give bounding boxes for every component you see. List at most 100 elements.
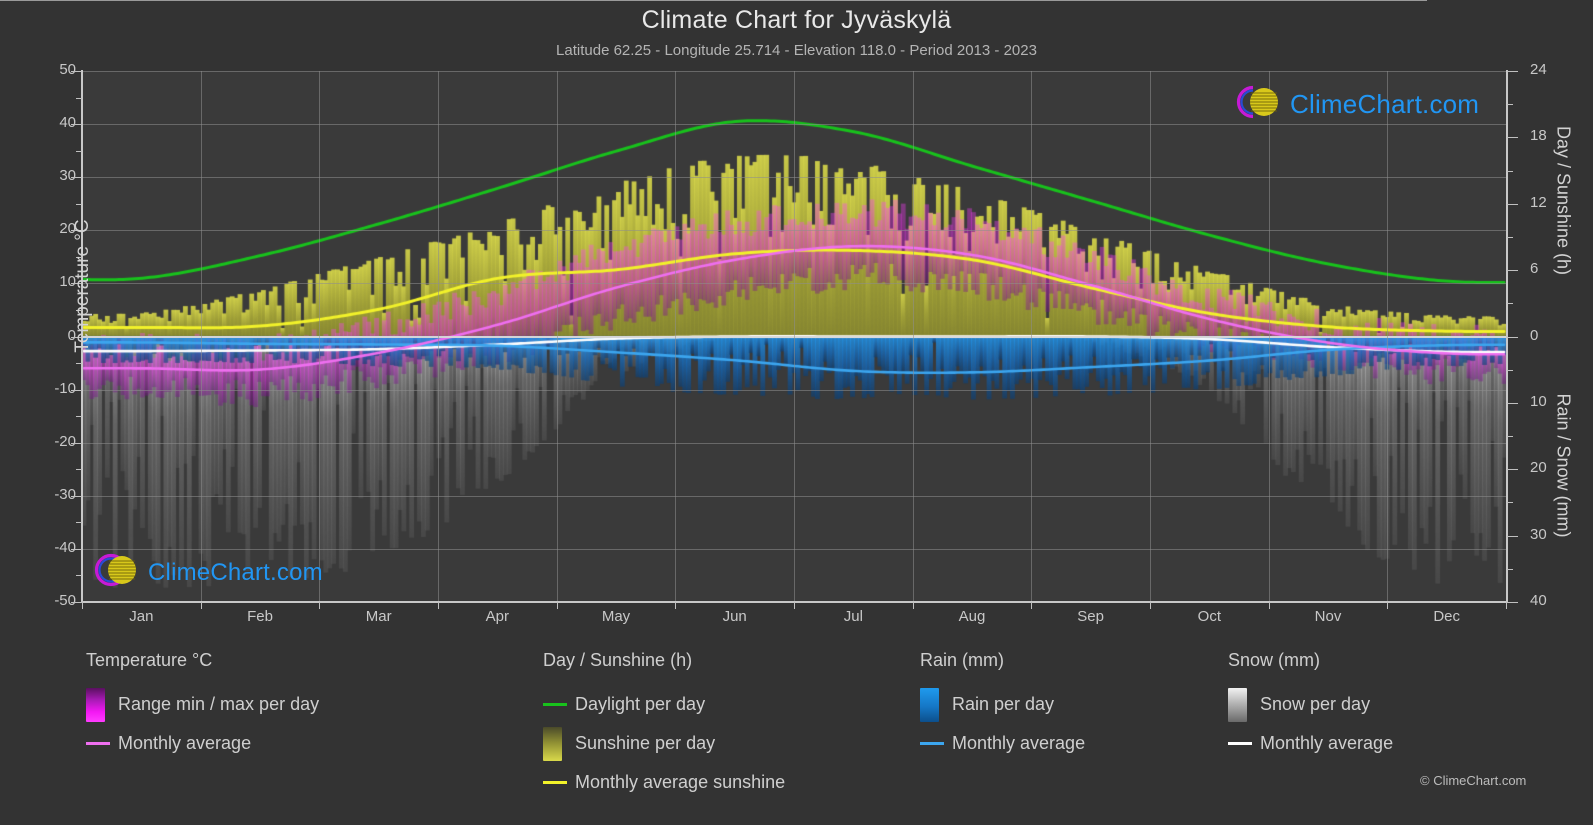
axis-left-minor-tick xyxy=(76,575,82,577)
axis-x-label-feb: Feb xyxy=(247,608,273,625)
axis-x-label-jul: Jul xyxy=(843,608,863,625)
axis-x-tickmark xyxy=(556,602,558,609)
axis-left-tick-label-0: 0 xyxy=(67,326,76,344)
axis-x-tickmark xyxy=(1506,602,1507,609)
axis-left-tickmark--50 xyxy=(71,602,82,603)
gridline-v-10 xyxy=(1269,71,1270,602)
axis-left-tickmark-30 xyxy=(71,177,82,179)
legend-label-rain-day: Rain per day xyxy=(952,694,1055,714)
legend-swatch-sunshine xyxy=(543,726,562,761)
axis-x-tickmark xyxy=(82,602,83,609)
axis-left-tick-label-40: 40 xyxy=(59,114,76,132)
axis-x-label-jan: Jan xyxy=(129,608,154,625)
legend-label-snow-avg: Monthly average xyxy=(1260,733,1394,753)
axis-x-label-apr: Apr xyxy=(485,608,509,625)
legend-label-sunshine: Sunshine per day xyxy=(575,733,716,753)
page-subtitle: Latitude 62.25 - Longitude 25.714 - Elev… xyxy=(556,42,1037,59)
legend-item-temp-range[interactable]: Range min / max per day xyxy=(86,685,319,724)
axis-x-tickmark xyxy=(912,602,914,609)
legend-line-rain-avg xyxy=(920,742,944,745)
axis-left-tickmark--40 xyxy=(71,548,82,550)
axis-right-bottom-tick-label-40: 40 xyxy=(1530,592,1547,609)
axis-right-top-minor-tick xyxy=(1507,104,1513,106)
axis-x-label-oct: Oct xyxy=(1197,608,1221,625)
legend-line-daylight xyxy=(543,703,567,706)
legend-heading-rain: Rain (mm) xyxy=(920,650,1004,670)
climechart-logo-icon-bottom xyxy=(92,549,144,596)
legend-item-rain-avg[interactable]: Monthly average xyxy=(920,724,1085,763)
legend-item-snow-avg[interactable]: Monthly average xyxy=(1228,724,1393,763)
axis-left-tick-label-20: 20 xyxy=(59,220,76,238)
gridline-v-4 xyxy=(557,71,558,602)
axis-x-tickmark xyxy=(1150,602,1151,609)
axis-right-top-tick-label-0: 0 xyxy=(1530,326,1539,344)
page-title: Climate Chart for Jyväskylä xyxy=(641,6,952,34)
axis-left-tick-label--40: -40 xyxy=(54,538,76,556)
legend-heading-snow: Snow (mm) xyxy=(1228,650,1321,670)
legend-group-rain: Rain (mm) Rain per day Monthly average xyxy=(920,650,1085,763)
axis-x-tickmark xyxy=(1031,602,1033,609)
legend-line-temp-avg xyxy=(86,742,110,745)
legend-swatch-temp-range xyxy=(86,687,105,722)
legend-swatch-rain xyxy=(920,687,939,722)
axis-right-top-tick-label-24: 24 xyxy=(1530,61,1547,78)
legend-line-temp-avg-wrap xyxy=(86,742,118,745)
axis-left-tick-label-10: 10 xyxy=(59,273,76,291)
legend-group-temperature: Temperature °C Range min / max per day M… xyxy=(86,650,319,763)
gridline-v-5 xyxy=(675,71,676,602)
axis-left-minor-tick xyxy=(76,416,82,418)
legend-line-snow-avg xyxy=(1228,742,1252,745)
legend-label-rain-avg: Monthly average xyxy=(952,733,1086,753)
axis-right-top-tickmark-24 xyxy=(1507,71,1518,72)
gridline-v-1 xyxy=(201,71,202,602)
legend-item-sunshine-avg[interactable]: Monthly average sunshine xyxy=(543,763,785,802)
axis-right-top-tickmark-6 xyxy=(1507,270,1518,272)
legend-label-sunshine-avg: Monthly average sunshine xyxy=(575,772,786,792)
legend-item-temp-avg[interactable]: Monthly average xyxy=(86,724,319,763)
gridline-v-9 xyxy=(1150,71,1151,602)
legend-label-daylight: Daylight per day xyxy=(575,694,706,714)
gridline-v-7 xyxy=(913,71,914,602)
watermark-text-top: ClimeChart.com xyxy=(1290,89,1480,119)
axis-right-top-minor-tick xyxy=(1507,170,1513,172)
legend-line-sunshine-avg-wrap xyxy=(543,781,575,784)
axis-left-minor-tick xyxy=(76,522,82,524)
axis-left-tickmark--20 xyxy=(71,442,82,444)
legend-item-sunshine[interactable]: Sunshine per day xyxy=(543,724,785,763)
axis-x-label-may: May xyxy=(601,608,631,625)
legend-line-rain-avg-wrap xyxy=(920,742,952,745)
axis-right-top-minor-tick xyxy=(1507,303,1513,305)
axis-left-tickmark--10 xyxy=(71,389,82,391)
axis-right-bottom-tickmark-10 xyxy=(1507,402,1518,404)
axis-left-tick-label--20: -20 xyxy=(54,432,76,450)
legend-item-rain-day[interactable]: Rain per day xyxy=(920,685,1085,724)
axis-x-label-aug: Aug xyxy=(958,608,986,625)
legend-label-temp-avg: Monthly average xyxy=(118,733,252,753)
axis-left-tick-label--30: -30 xyxy=(54,485,76,503)
gridline-v-2 xyxy=(319,71,320,602)
legend-item-snow-day[interactable]: Snow per day xyxy=(1228,685,1393,724)
axis-left-tick-label-50: 50 xyxy=(59,61,76,78)
gridline-v-11 xyxy=(1387,71,1388,602)
axis-left-tick-label-30: 30 xyxy=(59,167,76,185)
axis-left-title: Temperature °C xyxy=(72,219,93,353)
axis-left-tickmark-50 xyxy=(71,71,82,72)
axis-left-minor-tick xyxy=(76,469,82,471)
watermark-text-bottom: ClimeChart.com xyxy=(148,558,323,586)
axis-right-bottom-minor-tick xyxy=(1507,502,1513,504)
legend-item-daylight[interactable]: Daylight per day xyxy=(543,685,785,724)
axis-left-minor-tick xyxy=(76,150,82,152)
legend-line-daylight-wrap xyxy=(543,703,575,706)
axis-right-bottom-minor-tick xyxy=(1507,568,1513,570)
legend-label-snow-day: Snow per day xyxy=(1260,694,1371,714)
climate-chart-page: Climate Chart for Jyväskylä Latitude 62.… xyxy=(0,0,1593,825)
axis-x-label-sep: Sep xyxy=(1077,608,1104,625)
axis-left-tickmark--30 xyxy=(71,495,82,497)
axis-right-top-tickmark-12 xyxy=(1507,203,1518,205)
axis-right-bottom-tickmark-30 xyxy=(1507,535,1518,537)
legend-line-snow-avg-wrap xyxy=(1228,742,1260,745)
gridline-v-6 xyxy=(794,71,795,602)
axis-x-tickmark xyxy=(794,602,795,609)
axis-x-label-mar: Mar xyxy=(365,608,392,625)
gridline-v-3 xyxy=(438,71,439,602)
